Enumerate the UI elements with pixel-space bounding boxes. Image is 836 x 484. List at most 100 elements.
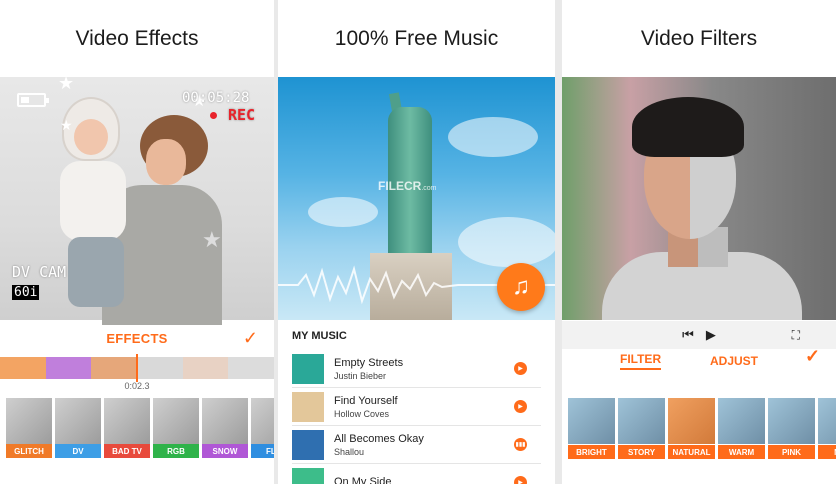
filter-label: NATURAL — [668, 445, 715, 459]
effect-preview — [202, 398, 248, 444]
effect-preview — [251, 398, 274, 444]
timeline-playhead[interactable] — [136, 354, 138, 382]
effect-thumb[interactable]: FLO — [251, 398, 274, 458]
music-note-icon[interactable]: ♫ — [497, 263, 545, 311]
effect-label: FLO — [251, 444, 274, 458]
song-row[interactable]: Find Yourself Hollow Coves ▶ — [292, 388, 541, 426]
effect-preview — [55, 398, 101, 444]
tab-adjust[interactable]: ADJUST — [710, 354, 758, 368]
music-preview-photo: FILECR.com ♫ — [278, 77, 555, 320]
equalizer-icon[interactable]: ▮▮▮ — [514, 438, 527, 451]
filter-preview — [718, 398, 765, 444]
song-row[interactable]: Empty Streets Justin Bieber ▶ — [292, 350, 541, 388]
playhead-time: 0:02.3 — [124, 381, 150, 391]
watermark-sub: .com — [421, 185, 437, 192]
effect-thumb[interactable]: RGB — [153, 398, 199, 458]
my-music-title: MY MUSIC — [292, 330, 347, 342]
woman-face — [146, 139, 186, 185]
filter-thumb[interactable]: PINK — [768, 398, 815, 459]
filter-tabs: FILTER ADJUST ✓ — [562, 346, 836, 372]
hud-mode: 60i — [12, 285, 40, 300]
filter-label: PINK — [768, 445, 815, 459]
song-title: Find Yourself — [334, 394, 398, 407]
effect-thumb[interactable]: SNOW — [202, 398, 248, 458]
song-text: On My Side — [334, 476, 391, 484]
effect-thumb[interactable]: GLITCH — [6, 398, 52, 458]
effect-preview — [6, 398, 52, 444]
confirm-check-icon[interactable]: ✓ — [805, 346, 820, 367]
filter-preview — [818, 398, 836, 444]
song-artist: Justin Bieber — [334, 370, 387, 381]
effects-panel: Video Effects ★ ★ ★ ★ 00:05:28 REC DV CA… — [0, 0, 274, 484]
play-icon[interactable]: ▶ — [706, 327, 716, 343]
effects-caption: Video Effects — [75, 26, 199, 50]
cloud — [458, 217, 555, 267]
filter-preview — [768, 398, 815, 444]
effect-thumb[interactable]: BAD TV — [104, 398, 150, 458]
cloud — [448, 117, 538, 157]
fullscreen-icon[interactable]: ⛶ — [792, 328, 800, 343]
timeline-frame — [0, 357, 46, 379]
star-icon: ★ — [58, 73, 75, 93]
man-hair — [632, 97, 744, 157]
child-body — [60, 161, 126, 241]
album-art — [292, 353, 324, 384]
star-icon: ★ — [202, 227, 222, 252]
effect-label: DV — [55, 444, 101, 458]
effect-thumb[interactable]: DV — [55, 398, 101, 458]
play-icon[interactable]: ▶ — [514, 400, 527, 413]
song-title: All Becomes Okay — [334, 432, 424, 445]
album-art — [292, 467, 324, 484]
filter-preview — [668, 398, 715, 444]
star-icon: ★ — [60, 117, 73, 133]
play-icon[interactable]: ▶ — [514, 362, 527, 375]
filter-thumb[interactable]: NATURAL — [668, 398, 715, 459]
song-text: Empty Streets Justin Bieber — [334, 357, 403, 381]
album-art — [292, 429, 324, 460]
effect-label: SNOW — [202, 444, 248, 458]
filter-thumb[interactable]: WARM — [718, 398, 765, 459]
song-row[interactable]: All Becomes Okay Shallou ▮▮▮ — [292, 426, 541, 464]
song-artist: Shallou — [334, 446, 365, 457]
song-artist: Hollow Coves — [334, 408, 390, 419]
filters-preview-photo — [562, 77, 836, 320]
song-text: Find Yourself Hollow Coves — [334, 395, 398, 419]
playback-controls: ⏮ ▶ ⛶ — [562, 321, 836, 349]
effect-label: BAD TV — [104, 444, 150, 458]
filter-label: WARM — [718, 445, 765, 459]
filter-label: MIR — [818, 445, 836, 459]
filter-thumb[interactable]: BRIGHT — [568, 398, 615, 459]
play-icon[interactable]: ▶ — [514, 476, 527, 484]
child-face — [74, 119, 108, 155]
rec-dot-icon — [210, 112, 217, 119]
filter-preview — [568, 398, 615, 444]
timeline-frame — [91, 357, 138, 379]
effect-preview — [104, 398, 150, 444]
watermark: FILECR.com — [378, 179, 437, 193]
timeline-frame — [182, 357, 229, 379]
filter-thumb[interactable]: MIR — [818, 398, 836, 459]
song-row[interactable]: On My Side ▶ — [292, 464, 541, 484]
watermark-text: FILECR — [378, 179, 422, 193]
skip-back-icon[interactable]: ⏮ — [682, 327, 694, 343]
timeline-frame — [45, 357, 92, 379]
hud-timecode: 00:05:28 — [182, 90, 250, 106]
filter-thumb[interactable]: STORY — [618, 398, 665, 459]
tab-filter[interactable]: FILTER — [620, 352, 662, 370]
child-legs — [68, 237, 124, 307]
hud-camera: DV CAM — [12, 263, 67, 281]
tab-effects[interactable]: EFFECTS — [106, 331, 167, 346]
album-art — [292, 391, 324, 422]
song-text: All Becomes Okay Shallou — [334, 433, 424, 457]
filter-label: BRIGHT — [568, 445, 615, 459]
song-title: On My Side — [334, 475, 392, 484]
song-title: Empty Streets — [334, 356, 404, 369]
effect-preview — [153, 398, 199, 444]
hud-rec: REC — [228, 106, 256, 124]
effects-toolbar: EFFECTS ✓ — [0, 320, 274, 356]
filters-caption: Video Filters — [640, 26, 758, 50]
filter-preview — [618, 398, 665, 444]
timeline-frame — [137, 357, 183, 379]
confirm-check-icon[interactable]: ✓ — [243, 328, 258, 349]
effects-preview-photo: ★ ★ ★ ★ 00:05:28 REC DV CAM 60i — [0, 73, 274, 325]
